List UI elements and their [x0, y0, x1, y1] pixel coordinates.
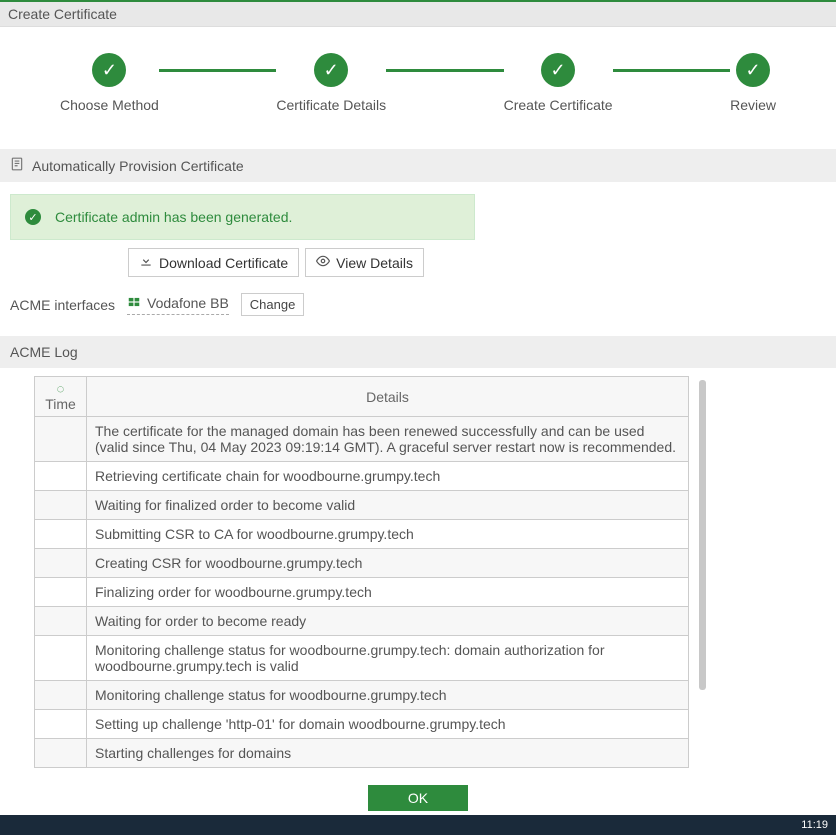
log-time-cell: [35, 607, 87, 636]
column-label: Time: [45, 396, 76, 412]
button-label: View Details: [336, 255, 413, 271]
certificate-icon: [10, 157, 24, 174]
step-certificate-details[interactable]: ✓ Certificate Details: [276, 53, 386, 113]
log-details-cell: Waiting for finalized order to become va…: [87, 491, 689, 520]
acme-interfaces-row: ACME interfaces Vodafone BB Change: [10, 293, 826, 316]
success-message: Certificate admin has been generated.: [55, 209, 292, 225]
log-time-cell: [35, 417, 87, 462]
acme-interfaces-label: ACME interfaces: [10, 297, 115, 313]
log-time-cell: [35, 549, 87, 578]
step-connector: [613, 69, 731, 72]
spinner-icon: ◌: [41, 381, 80, 396]
log-details-cell: The certificate for the managed domain h…: [87, 417, 689, 462]
acme-log-wrap: ◌ Time Details The certificate for the m…: [34, 376, 824, 768]
acme-log-table: ◌ Time Details The certificate for the m…: [34, 376, 689, 768]
step-label: Certificate Details: [276, 97, 386, 113]
step-connector: [386, 69, 504, 72]
change-interface-button[interactable]: Change: [241, 293, 305, 316]
interface-chip[interactable]: Vodafone BB: [127, 295, 229, 315]
table-row: Retrieving certificate chain for woodbou…: [35, 462, 689, 491]
step-connector: [159, 69, 277, 72]
log-time-cell: [35, 520, 87, 549]
step-label: Create Certificate: [504, 97, 613, 113]
action-button-row: Download Certificate View Details: [128, 248, 836, 277]
footer-bar: OK: [0, 777, 836, 815]
log-details-cell: Waiting for order to become ready: [87, 607, 689, 636]
ok-button[interactable]: OK: [368, 785, 468, 811]
log-details-cell: Submitting CSR to CA for woodbourne.grum…: [87, 520, 689, 549]
table-row: Monitoring challenge status for woodbour…: [35, 636, 689, 681]
step-circle: ✓: [314, 53, 348, 87]
log-details-cell: Monitoring challenge status for woodbour…: [87, 636, 689, 681]
step-create-certificate[interactable]: ✓ Create Certificate: [504, 53, 613, 113]
column-header-details[interactable]: Details: [87, 377, 689, 417]
network-icon: [127, 295, 141, 312]
log-details-cell: Creating CSR for woodbourne.grumpy.tech: [87, 549, 689, 578]
log-details-cell: Monitoring challenge status for woodbour…: [87, 681, 689, 710]
table-row: Creating CSR for woodbourne.grumpy.tech: [35, 549, 689, 578]
step-circle: ✓: [92, 53, 126, 87]
table-row: Monitoring challenge status for woodbour…: [35, 681, 689, 710]
table-row: The certificate for the managed domain h…: [35, 417, 689, 462]
table-row: Starting challenges for domains: [35, 739, 689, 768]
step-circle: ✓: [541, 53, 575, 87]
status-time: 11:19: [801, 819, 828, 831]
log-time-cell: [35, 578, 87, 607]
check-icon: ✓: [324, 60, 339, 81]
step-review[interactable]: ✓ Review: [730, 53, 776, 113]
table-row: Waiting for order to become ready: [35, 607, 689, 636]
interface-name: Vodafone BB: [147, 295, 229, 311]
download-certificate-button[interactable]: Download Certificate: [128, 248, 299, 277]
log-details-cell: Retrieving certificate chain for woodbou…: [87, 462, 689, 491]
status-bar: 11:19: [0, 815, 836, 835]
step-choose-method[interactable]: ✓ Choose Method: [60, 53, 159, 113]
view-details-button[interactable]: View Details: [305, 248, 424, 277]
wizard-stepper: ✓ Choose Method ✓ Certificate Details ✓ …: [0, 27, 836, 131]
section-header: Automatically Provision Certificate: [0, 149, 836, 182]
log-details-cell: Setting up challenge 'http-01' for domai…: [87, 710, 689, 739]
table-row: Setting up challenge 'http-01' for domai…: [35, 710, 689, 739]
section-title: Automatically Provision Certificate: [32, 158, 244, 174]
log-time-cell: [35, 681, 87, 710]
page-title: Create Certificate: [0, 2, 836, 27]
step-label: Review: [730, 97, 776, 113]
check-circle-icon: ✓: [25, 209, 41, 225]
button-label: Download Certificate: [159, 255, 288, 271]
log-time-cell: [35, 462, 87, 491]
eye-icon: [316, 254, 330, 271]
download-icon: [139, 254, 153, 271]
log-details-cell: Finalizing order for woodbourne.grumpy.t…: [87, 578, 689, 607]
step-circle: ✓: [736, 53, 770, 87]
log-time-cell: [35, 739, 87, 768]
log-time-cell: [35, 710, 87, 739]
log-scrollbar[interactable]: [699, 380, 706, 690]
check-icon: ✓: [745, 60, 760, 81]
table-row: Waiting for finalized order to become va…: [35, 491, 689, 520]
log-time-cell: [35, 491, 87, 520]
check-icon: ✓: [102, 60, 117, 81]
table-row: Submitting CSR to CA for woodbourne.grum…: [35, 520, 689, 549]
log-details-cell: Starting challenges for domains: [87, 739, 689, 768]
success-alert: ✓ Certificate admin has been generated.: [10, 194, 475, 240]
log-time-cell: [35, 636, 87, 681]
acme-log-header: ACME Log: [0, 336, 836, 368]
check-icon: ✓: [551, 60, 566, 81]
step-label: Choose Method: [60, 97, 159, 113]
table-row: Finalizing order for woodbourne.grumpy.t…: [35, 578, 689, 607]
column-header-time[interactable]: ◌ Time: [35, 377, 87, 417]
